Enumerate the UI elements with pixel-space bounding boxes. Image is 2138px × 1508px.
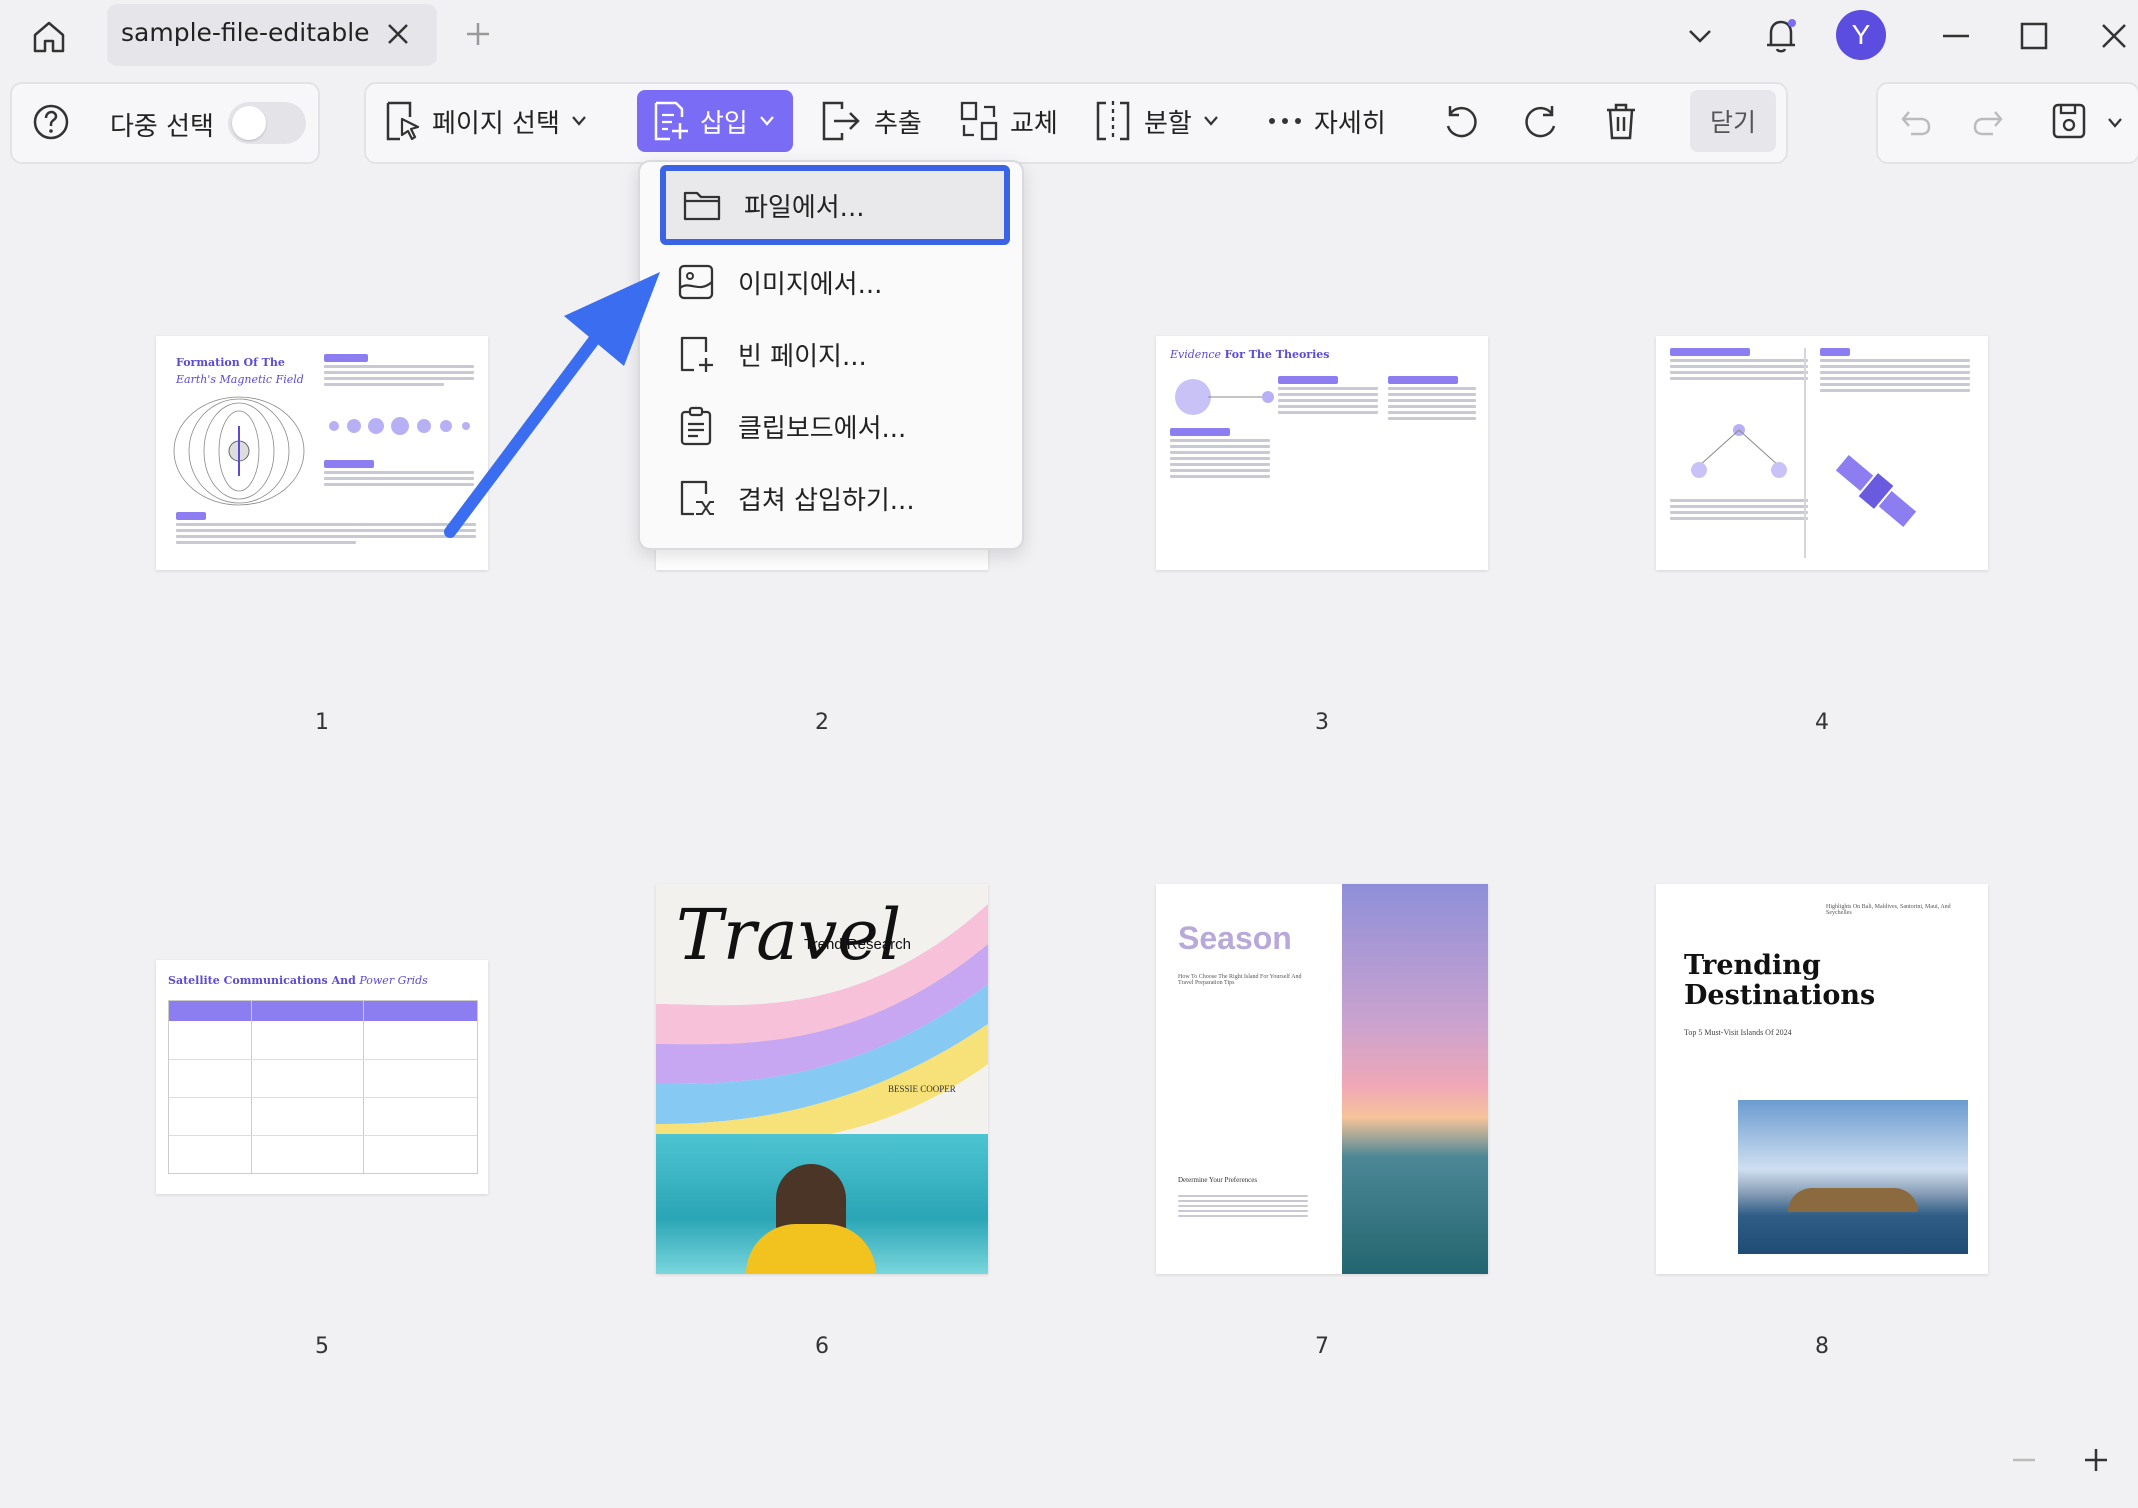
insert-from-file-label: 파일에서... <box>744 192 865 223</box>
kayak-photo <box>656 1134 988 1274</box>
page-thumbnail-4[interactable] <box>1656 336 1988 570</box>
page-6-title: Travel <box>676 894 902 976</box>
redo-icon[interactable] <box>1968 102 2008 142</box>
insert-from-file-item[interactable]: 파일에서... <box>660 165 1010 245</box>
page-8-subtitle: Top 5 Must-Visit Islands Of 2024 <box>1684 1028 1792 1037</box>
close-window-icon[interactable] <box>2094 16 2134 56</box>
help-icon[interactable] <box>30 101 72 143</box>
minimize-icon[interactable] <box>1936 16 1976 56</box>
island-photo <box>1738 1100 1968 1254</box>
insert-from-clipboard-label: 클립보드에서... <box>738 413 907 444</box>
page-number-1: 1 <box>315 710 329 735</box>
extract-button[interactable]: 추출 <box>818 98 922 144</box>
page-5-title-a: Satellite Communications And <box>168 974 356 987</box>
undo-icon[interactable] <box>1896 102 1936 142</box>
image-icon <box>678 264 714 300</box>
maximize-icon[interactable] <box>2014 16 2054 56</box>
document-tab-title: sample-file-editable <box>121 18 370 47</box>
interleave-icon <box>680 480 714 516</box>
chevron-down-icon <box>760 116 774 126</box>
page-thumbnail-6[interactable]: Travel Trend Research BESSIE COOPER <box>656 884 988 1274</box>
page-3-figure <box>1175 379 1274 415</box>
extract-label: 추출 <box>874 108 922 139</box>
insert-from-image-item[interactable]: 이미지에서... <box>660 252 1000 312</box>
page-3-title-b: For The Theories <box>1224 348 1330 361</box>
close-edit-button[interactable]: 닫기 <box>1690 90 1776 152</box>
insert-icon <box>654 101 688 141</box>
insert-from-clipboard-item[interactable]: 클립보드에서... <box>660 396 1000 456</box>
more-dots-icon <box>1269 118 1301 124</box>
ocean-sunset-photo <box>1342 884 1488 1274</box>
satellite-icon <box>1835 455 1917 527</box>
delete-icon[interactable] <box>1598 98 1644 144</box>
home-icon[interactable] <box>26 14 72 60</box>
page-1-title-a: Formation Of The <box>176 356 285 369</box>
split-icon <box>1096 101 1130 141</box>
insert-button-content: 삽입 <box>650 98 776 144</box>
rotate-left-icon[interactable] <box>1438 98 1484 144</box>
page-7-title: Season <box>1178 920 1292 956</box>
insert-blank-page-item[interactable]: 빈 페이지... <box>660 324 1000 384</box>
extract-icon <box>822 101 860 141</box>
replace-icon <box>960 101 998 141</box>
avatar[interactable]: Y <box>1836 10 1886 60</box>
page-select-button[interactable]: 페이지 선택 <box>382 98 588 144</box>
insert-label: 삽입 <box>700 108 748 139</box>
insert-from-image-label: 이미지에서... <box>738 269 883 300</box>
page-3-title-a: Evidence <box>1170 348 1222 361</box>
multi-select-toggle[interactable] <box>228 102 306 144</box>
zoom-in-icon[interactable] <box>2076 1440 2116 1480</box>
page-8-title-b: Destinations <box>1684 980 1876 1011</box>
notification-bell-icon[interactable] <box>1758 12 1804 58</box>
page-5-table <box>168 1000 478 1174</box>
page-8-title-a: Trending <box>1684 950 1821 981</box>
rotate-right-icon[interactable] <box>1518 98 1564 144</box>
zoom-out-icon[interactable] <box>2004 1440 2044 1480</box>
insert-dropdown-menu: 파일에서... 이미지에서... 빈 페이지... 클립보드에서... 겹쳐 삽… <box>638 160 1024 550</box>
page-number-7: 7 <box>1315 1334 1329 1359</box>
new-tab-icon[interactable] <box>460 16 496 52</box>
close-tab-icon[interactable] <box>380 16 416 52</box>
insert-interleave-label: 겹쳐 삽입하기... <box>738 485 915 516</box>
chevron-down-icon[interactable] <box>1682 18 1718 54</box>
page-number-8: 8 <box>1815 1334 1829 1359</box>
page-number-2: 2 <box>815 710 829 735</box>
page-7-subtitle: How To Choose The Right Island For Yours… <box>1178 974 1302 986</box>
page-6-subtitle: Trend Research <box>804 936 911 953</box>
insert-interleave-item[interactable]: 겹쳐 삽입하기... <box>660 468 1000 528</box>
page-8-kicker: Highlights On Bali, Maldives, Santorini,… <box>1826 904 1951 916</box>
page-4-diagram <box>1691 424 1787 478</box>
chevron-down-icon <box>572 116 586 126</box>
blank-page-icon <box>680 336 713 372</box>
more-button[interactable]: 자세히 <box>1266 98 1386 144</box>
page-1-title-b: Earth's Magnetic Field <box>176 373 304 386</box>
page-7-section: Determine Your Preferences <box>1178 1176 1258 1184</box>
page-select-label: 페이지 선택 <box>432 108 560 139</box>
insert-blank-page-label: 빈 페이지... <box>738 341 867 372</box>
page-number-6: 6 <box>815 1334 829 1359</box>
split-label: 분할 <box>1144 108 1192 139</box>
page-thumbnail-7[interactable]: Season How To Choose The Right Island Fo… <box>1156 884 1488 1274</box>
page-thumbnail-5[interactable]: Satellite Communications And Power Grids <box>156 960 488 1194</box>
page-number-5: 5 <box>315 1334 329 1359</box>
page-5-title-b: Power Grids <box>359 974 428 987</box>
split-button[interactable]: 분할 <box>1092 98 1220 144</box>
page-select-icon <box>386 101 420 141</box>
save-options-chevron-icon[interactable] <box>2100 108 2130 138</box>
page-thumbnail-3[interactable]: Evidence For The Theories <box>1156 336 1488 570</box>
clipboard-icon <box>680 406 712 446</box>
more-label: 자세히 <box>1314 108 1386 139</box>
save-icon[interactable] <box>2046 98 2092 144</box>
replace-button[interactable]: 교체 <box>958 98 1058 144</box>
magnetic-field-figure <box>173 396 305 506</box>
page-number-3: 3 <box>1315 710 1329 735</box>
page-number-4: 4 <box>1815 710 1829 735</box>
page-thumbnail-8[interactable]: Highlights On Bali, Maldives, Santorini,… <box>1656 884 1988 1274</box>
multi-select-label: 다중 선택 <box>110 112 214 142</box>
chevron-down-icon <box>1204 116 1218 126</box>
replace-label: 교체 <box>1010 108 1058 139</box>
page-6-author: BESSIE COOPER <box>888 1084 956 1094</box>
annotation-arrow <box>444 272 660 538</box>
folder-icon <box>683 191 721 221</box>
